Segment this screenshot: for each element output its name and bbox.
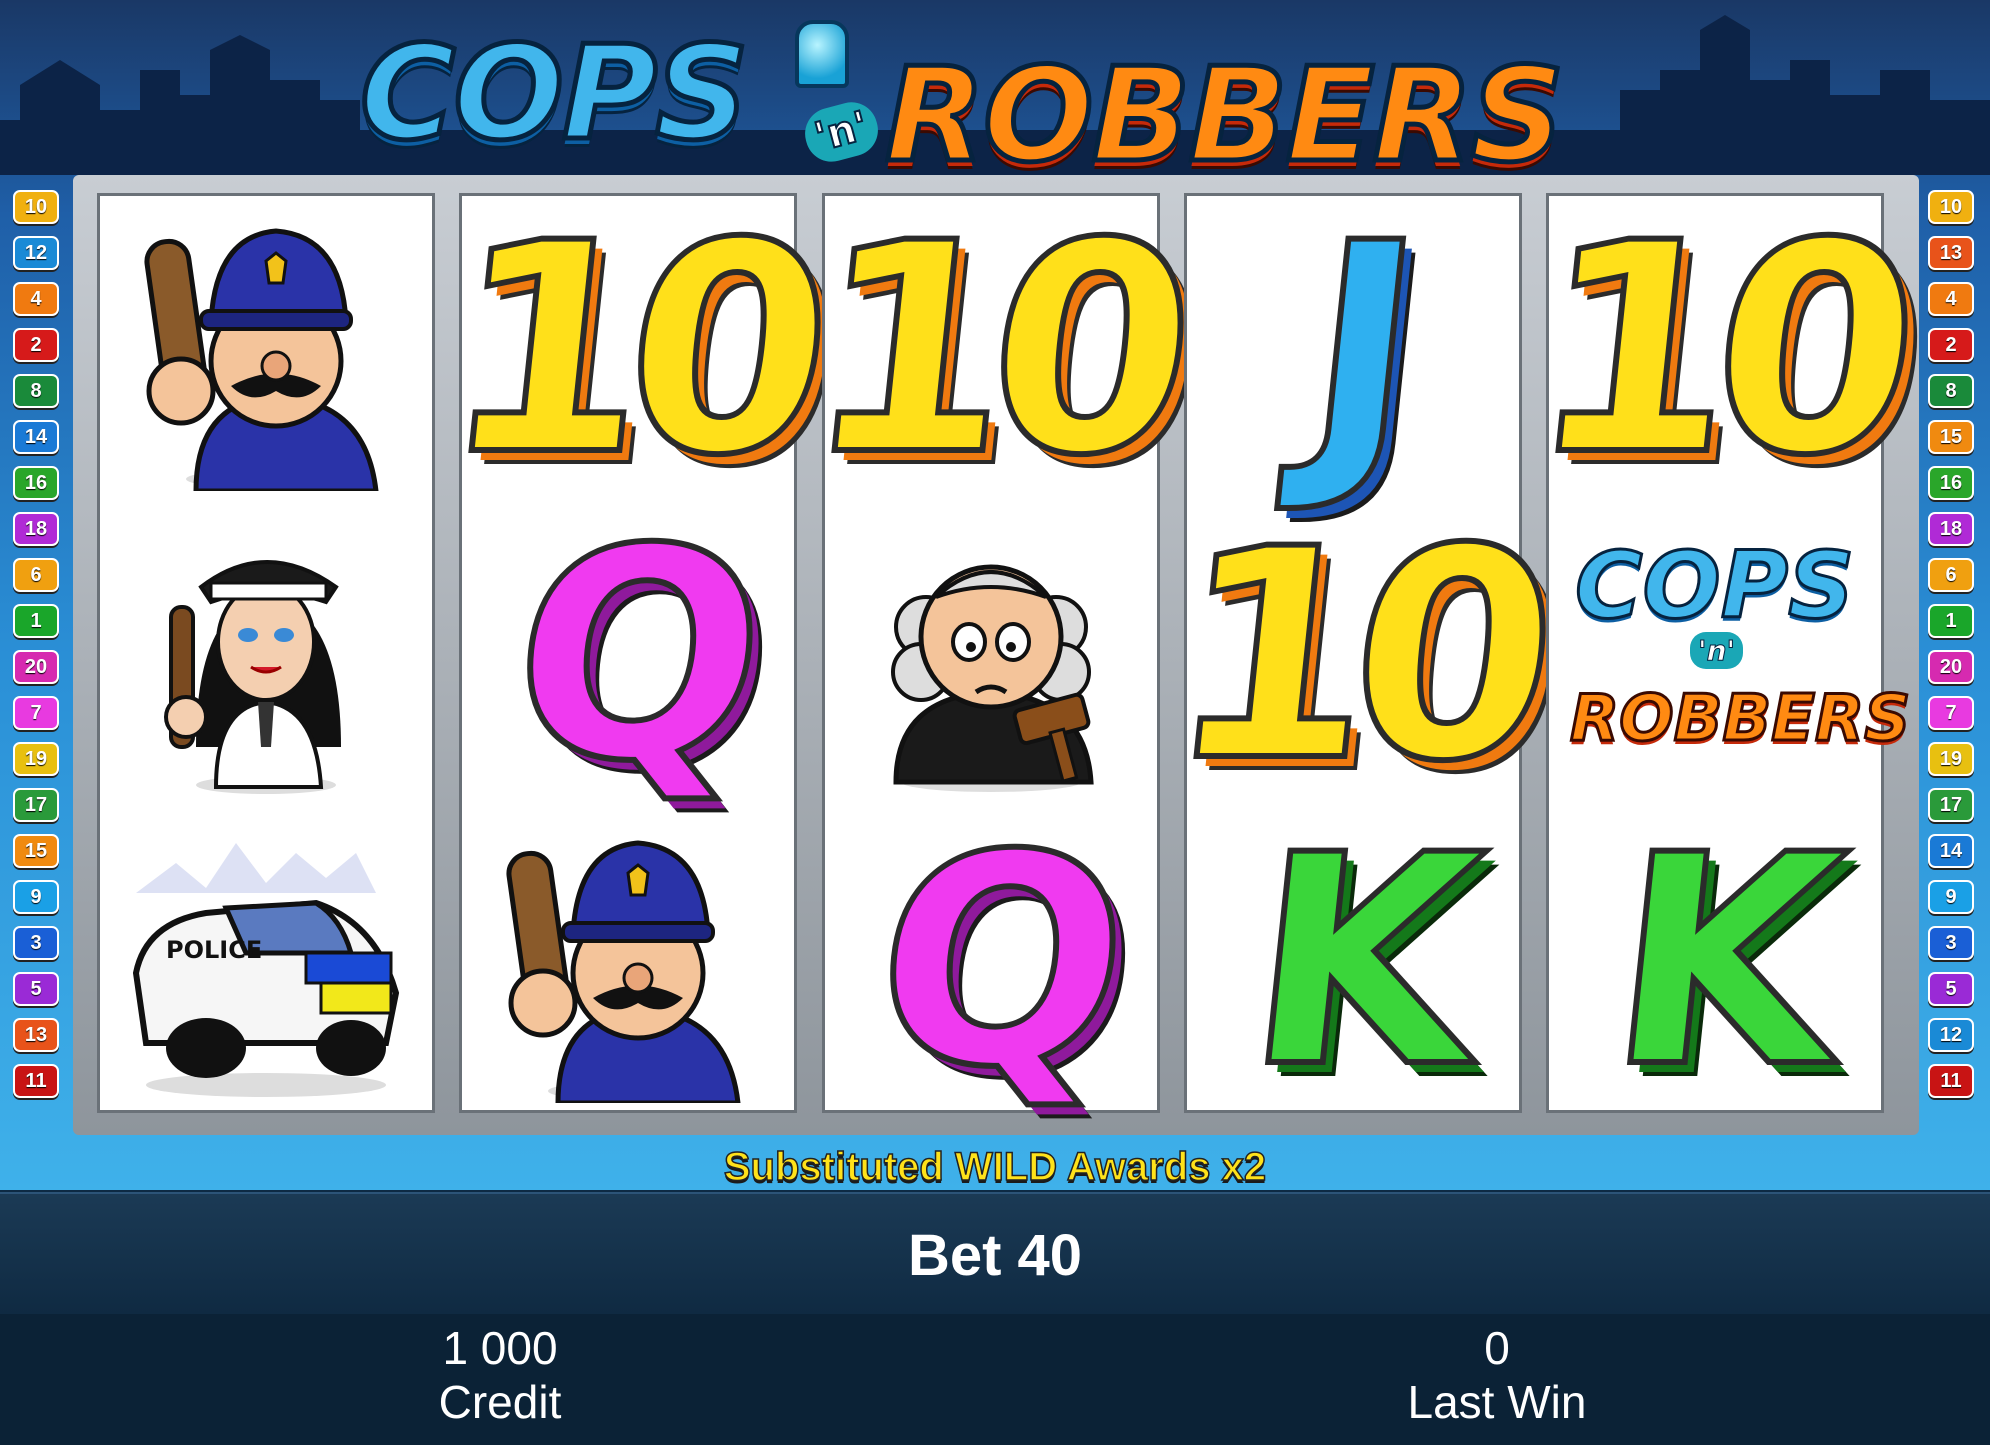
symbol-K: K — [1187, 791, 1519, 1134]
right-payline-18[interactable]: 18 — [1928, 512, 1974, 546]
left-payline-1[interactable]: 1 — [13, 604, 59, 638]
police-car-icon: POLICE — [100, 810, 432, 1116]
right-payline-8[interactable]: 8 — [1928, 374, 1974, 408]
siren-icon — [795, 20, 849, 88]
symbol-10-text: 10 — [1515, 179, 1916, 522]
left-payline-6[interactable]: 6 — [13, 558, 59, 592]
game-logo: COPS 'n' ROBBERS — [340, 10, 1640, 195]
win-message: Substituted WILD Awards x2 — [723, 1144, 1267, 1190]
policeman-icon — [462, 810, 794, 1116]
symbol-10: 10 — [791, 179, 1192, 522]
symbol-J: J — [1187, 179, 1519, 522]
payline-indicators-left: 10 12 4 2 8 14 16 18 6 1 20 7 19 17 15 9 3 5 13 11 — [13, 190, 61, 1110]
logo-cops-text: COPS — [358, 17, 752, 169]
right-payline-3[interactable]: 3 — [1928, 926, 1974, 960]
right-payline-1[interactable]: 1 — [1928, 604, 1974, 638]
symbol-K-text: K — [1593, 791, 1837, 1134]
reel-5: 10 COPS'n' ROBBERS K — [1515, 179, 1916, 1134]
left-payline-20[interactable]: 20 — [13, 650, 59, 684]
wild-logo-icon: COPS'n' ROBBERS — [1549, 504, 1911, 810]
left-payline-12[interactable]: 12 — [13, 236, 59, 270]
left-payline-17[interactable]: 17 — [13, 788, 59, 822]
payline-indicators-right: 10 13 4 2 8 15 16 18 6 1 20 7 19 17 14 9 3 5 12 11 — [1928, 190, 1976, 1110]
logo-robbers-text: ROBBERS — [882, 39, 1566, 191]
left-payline-14[interactable]: 14 — [13, 420, 59, 454]
symbol-Q-text: Q — [495, 485, 761, 828]
left-payline-16[interactable]: 16 — [13, 466, 59, 500]
left-payline-10[interactable]: 10 — [13, 190, 59, 224]
left-payline-4[interactable]: 4 — [13, 282, 59, 316]
wild-logo-bottom: ROBBERS — [1568, 681, 1911, 758]
symbol-Q-text: Q — [858, 791, 1124, 1134]
bet-bar[interactable]: Bet 40 — [0, 1192, 1990, 1314]
logo-n-text: 'n' — [799, 96, 884, 168]
right-payline-4[interactable]: 4 — [1928, 282, 1974, 316]
credit-label: Credit — [438, 1376, 562, 1428]
right-payline-16[interactable]: 16 — [1928, 466, 1974, 500]
right-payline-17[interactable]: 17 — [1928, 788, 1974, 822]
left-payline-7[interactable]: 7 — [13, 696, 59, 730]
symbol-10: 10 — [428, 179, 829, 522]
reel-2: 10 Q — [428, 179, 829, 1116]
credit-value: 1 000 — [442, 1322, 558, 1374]
left-payline-8[interactable]: 8 — [13, 374, 59, 408]
left-payline-9[interactable]: 9 — [13, 880, 59, 914]
left-payline-3[interactable]: 3 — [13, 926, 59, 960]
wild-logo-mid: 'n' — [1690, 632, 1744, 669]
right-payline-15[interactable]: 15 — [1928, 420, 1974, 454]
symbol-K-text: K — [1231, 791, 1475, 1134]
right-payline-5[interactable]: 5 — [1928, 972, 1974, 1006]
symbol-10-text: 10 — [791, 179, 1192, 522]
reel-1: POLICE — [97, 193, 435, 1113]
last-win-value: 0 — [1484, 1322, 1510, 1374]
left-payline-15[interactable]: 15 — [13, 834, 59, 868]
symbol-K: K — [1549, 791, 1881, 1134]
symbol-Q: Q — [825, 791, 1157, 1134]
last-win-display: 0 Last Win — [1297, 1322, 1697, 1430]
bet-amount[interactable]: Bet 40 — [0, 1222, 1990, 1289]
police-car-label: POLICE — [166, 936, 262, 964]
right-payline-14[interactable]: 14 — [1928, 834, 1974, 868]
reel-3: 10 Q — [791, 179, 1192, 1134]
right-payline-6[interactable]: 6 — [1928, 558, 1974, 592]
right-payline-7[interactable]: 7 — [1928, 696, 1974, 730]
symbol-10: 10 — [1515, 179, 1916, 522]
right-payline-12[interactable]: 12 — [1928, 1018, 1974, 1052]
left-payline-2[interactable]: 2 — [13, 328, 59, 362]
judge-icon — [825, 504, 1157, 810]
policeman-icon — [100, 198, 432, 504]
left-payline-11[interactable]: 11 — [13, 1064, 59, 1098]
symbol-J-text: J — [1289, 179, 1416, 522]
wild-logo-top: COPS — [1573, 531, 1855, 641]
info-bar: 1 000 Credit 0 Last Win — [0, 1314, 1990, 1445]
policewoman-icon — [100, 504, 432, 810]
left-payline-18[interactable]: 18 — [13, 512, 59, 546]
last-win-label: Last Win — [1407, 1376, 1587, 1428]
right-payline-20[interactable]: 20 — [1928, 650, 1974, 684]
symbol-10-text: 10 — [1153, 485, 1554, 828]
right-payline-2[interactable]: 2 — [1928, 328, 1974, 362]
reel-4: J 10 K — [1153, 179, 1554, 1134]
left-payline-5[interactable]: 5 — [13, 972, 59, 1006]
symbol-Q: Q — [462, 485, 794, 828]
right-payline-10[interactable]: 10 — [1928, 190, 1974, 224]
symbol-10: 10 — [1153, 485, 1554, 828]
left-payline-19[interactable]: 19 — [13, 742, 59, 776]
credit-display: 1 000 Credit — [300, 1322, 700, 1430]
right-payline-9[interactable]: 9 — [1928, 880, 1974, 914]
right-payline-19[interactable]: 19 — [1928, 742, 1974, 776]
right-payline-11[interactable]: 11 — [1928, 1064, 1974, 1098]
left-payline-13[interactable]: 13 — [13, 1018, 59, 1052]
right-payline-13[interactable]: 13 — [1928, 236, 1974, 270]
symbol-10-text: 10 — [428, 179, 829, 522]
